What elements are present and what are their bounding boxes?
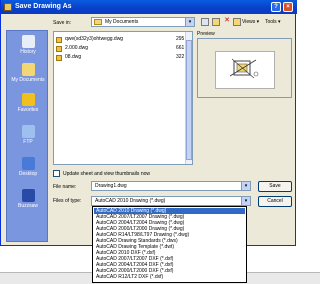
save-in-value: My Documents — [105, 19, 139, 25]
save-in-label: Save in: — [53, 20, 72, 26]
back-icon[interactable] — [201, 18, 209, 26]
tools-menu[interactable]: Tools ▾ — [265, 19, 281, 25]
file-type-option[interactable]: AutoCAD R12/LT2 DXF (*.dxf) — [94, 274, 245, 280]
place-label: Buzzsaw — [17, 203, 38, 209]
favorites-icon — [21, 93, 35, 106]
place-ftp[interactable]: FTP — [7, 123, 49, 149]
place-label: My Documents — [11, 77, 45, 83]
new-folder-icon[interactable] — [233, 18, 241, 26]
ftp-icon — [21, 125, 35, 138]
drawing-preview-image — [215, 51, 275, 89]
place-label: History — [20, 49, 36, 55]
update-thumbnails-checkbox[interactable] — [53, 170, 60, 177]
dwg-file-icon — [56, 37, 62, 43]
delete-icon[interactable]: ✕ — [223, 17, 231, 26]
file-name: qwe(sd32y3)ohtwegg.dwg — [65, 36, 124, 42]
file-type-value: AutoCAD 2010 Drawing (*.dwg) — [95, 198, 166, 204]
dialog-icon — [4, 3, 12, 11]
file-list-scrollbar[interactable] — [185, 32, 192, 164]
file-name: 2.000.dwg — [65, 45, 89, 51]
file-type-options-list[interactable]: AutoCAD 2010 Drawing (*.dwg) AutoCAD 200… — [92, 206, 247, 283]
cancel-button[interactable]: Cancel — [258, 196, 292, 207]
place-label: Desktop — [18, 171, 38, 177]
dialog-title: Save Drawing As — [15, 3, 72, 10]
file-row[interactable]: 08.dwg 322 k — [56, 54, 188, 62]
chevron-down-icon[interactable]: ▾ — [241, 182, 250, 190]
preview-panel — [197, 38, 292, 98]
file-type-label: Files of type: — [53, 198, 82, 204]
file-name-input[interactable]: Drawing1.dwg ▾ — [91, 181, 251, 191]
title-bar[interactable]: Save Drawing As ? × — [1, 0, 297, 14]
save-in-dropdown[interactable]: My Documents ▾ — [91, 17, 195, 27]
place-label: Favorites — [17, 107, 39, 113]
place-desktop[interactable]: Desktop — [7, 155, 49, 181]
file-type-dropdown[interactable]: AutoCAD 2010 Drawing (*.dwg) ▾ — [91, 196, 251, 206]
places-bar: History My Documents Favorites FTP Deskt… — [6, 30, 48, 242]
close-button[interactable]: × — [283, 2, 293, 12]
file-name: 08.dwg — [65, 54, 82, 60]
file-list[interactable]: qwe(sd32y3)ohtwegg.dwg 295 k 2.000.dwg 6… — [53, 31, 193, 165]
chevron-down-icon[interactable]: ▾ — [185, 18, 194, 26]
history-icon — [21, 35, 35, 48]
place-history[interactable]: History — [7, 33, 49, 59]
place-favorites[interactable]: Favorites — [7, 91, 49, 117]
file-row[interactable]: 2.000.dwg 661 k — [56, 45, 188, 53]
file-name-value: Drawing1.dwg — [95, 183, 127, 189]
dwg-file-icon — [56, 46, 62, 52]
buzzsaw-icon — [21, 189, 35, 202]
scrollbar-thumb[interactable] — [186, 40, 192, 160]
place-my-documents[interactable]: My Documents — [7, 61, 49, 87]
desktop-icon — [21, 157, 35, 170]
chevron-down-icon[interactable]: ▾ — [241, 197, 250, 205]
place-label: FTP — [23, 139, 33, 145]
preview-label: Preview — [197, 31, 215, 37]
help-button[interactable]: ? — [271, 2, 281, 12]
file-row[interactable]: qwe(sd32y3)ohtwegg.dwg 295 k — [56, 36, 188, 44]
views-menu[interactable]: Views ▾ — [242, 19, 259, 25]
folder-icon — [94, 19, 102, 25]
save-button[interactable]: Save — [258, 181, 292, 192]
update-thumbnails-label: Update sheet and view thumbnails now — [63, 171, 150, 177]
up-folder-icon[interactable] — [212, 18, 220, 26]
place-buzzsaw[interactable]: Buzzsaw — [7, 187, 49, 213]
my-documents-icon — [21, 63, 35, 76]
file-name-label: File name: — [53, 184, 77, 190]
dwg-file-icon — [56, 55, 62, 61]
